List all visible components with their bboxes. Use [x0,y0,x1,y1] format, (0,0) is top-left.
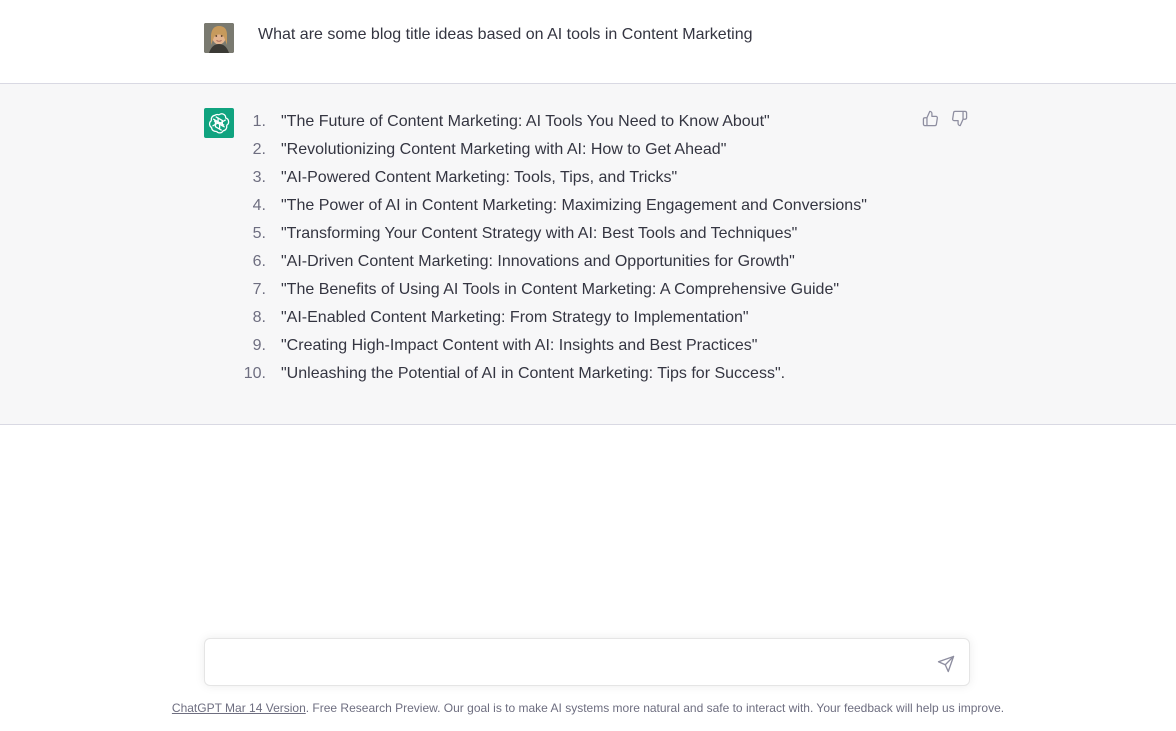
user-message-row: What are some blog title ideas based on … [0,0,1176,84]
list-number: 2. [252,141,266,158]
footer-text: . Free Research Preview. Our goal is to … [305,701,1005,715]
list-item: 8. "AI-Enabled Content Marketing: From St… [236,306,867,334]
list-item-text: "Transforming Your Content Strategy with… [281,225,798,242]
list-number: 5. [252,225,266,242]
list-number: 4. [252,197,266,214]
assistant-message-row: 1. "The Future of Content Marketing: AI T… [0,84,1176,425]
version-link[interactable]: ChatGPT Mar 14 Version [172,701,306,715]
list-item-text: "AI-Driven Content Marketing: Innovation… [281,253,795,270]
send-icon[interactable] [937,655,955,673]
list-item: 3. "AI-Powered Content Marketing: Tools, … [236,166,867,194]
list-number: 6. [252,253,266,270]
list-item-text: "Revolutionizing Content Marketing with … [281,141,727,158]
message-input[interactable] [219,652,923,678]
openai-logo-icon [204,108,234,138]
list-item-text: "AI-Enabled Content Marketing: From Stra… [281,309,749,326]
list-item: 5. "Transforming Your Content Strategy wi… [236,222,867,250]
list-item-text: "Unleashing the Potential of AI in Conte… [281,365,786,382]
list-item: 2. "Revolutionizing Content Marketing wit… [236,138,867,166]
list-item-text: "The Power of AI in Content Marketing: M… [281,197,867,214]
feedback-buttons [922,110,968,127]
list-item: 1. "The Future of Content Marketing: AI T… [236,110,867,138]
list-item: 9. "Creating High-Impact Content with AI:… [236,334,867,362]
list-item-text: "The Benefits of Using AI Tools in Conte… [281,281,840,298]
list-number: 3. [252,169,266,186]
list-item: 6. "AI-Driven Content Marketing: Innovati… [236,250,867,278]
list-item-text: "AI-Powered Content Marketing: Tools, Ti… [281,169,678,186]
list-item-text: "Creating High-Impact Content with AI: I… [281,337,758,354]
thumbs-down-icon[interactable] [951,110,968,127]
list-number: 7. [252,281,266,298]
answer-list: 1. "The Future of Content Marketing: AI T… [236,110,867,390]
list-number: 10. [243,365,266,382]
chat-page: What are some blog title ideas based on … [0,0,1176,731]
list-number: 1. [252,113,266,130]
thumbs-up-icon[interactable] [922,110,939,127]
list-item: 10. "Unleashing the Potential of AI in Co… [236,362,867,390]
message-composer [204,638,970,686]
list-item: 7. "The Benefits of Using AI Tools in Con… [236,278,867,306]
list-number: 9. [252,337,266,354]
list-number: 8. [252,309,266,326]
footer-disclaimer: ChatGPT Mar 14 Version. Free Research Pr… [0,700,1176,716]
user-message-text: What are some blog title ideas based on … [258,26,753,43]
user-avatar [204,23,234,53]
list-item-text: "The Future of Content Marketing: AI Too… [281,113,770,130]
list-item: 4. "The Power of AI in Content Marketing:… [236,194,867,222]
